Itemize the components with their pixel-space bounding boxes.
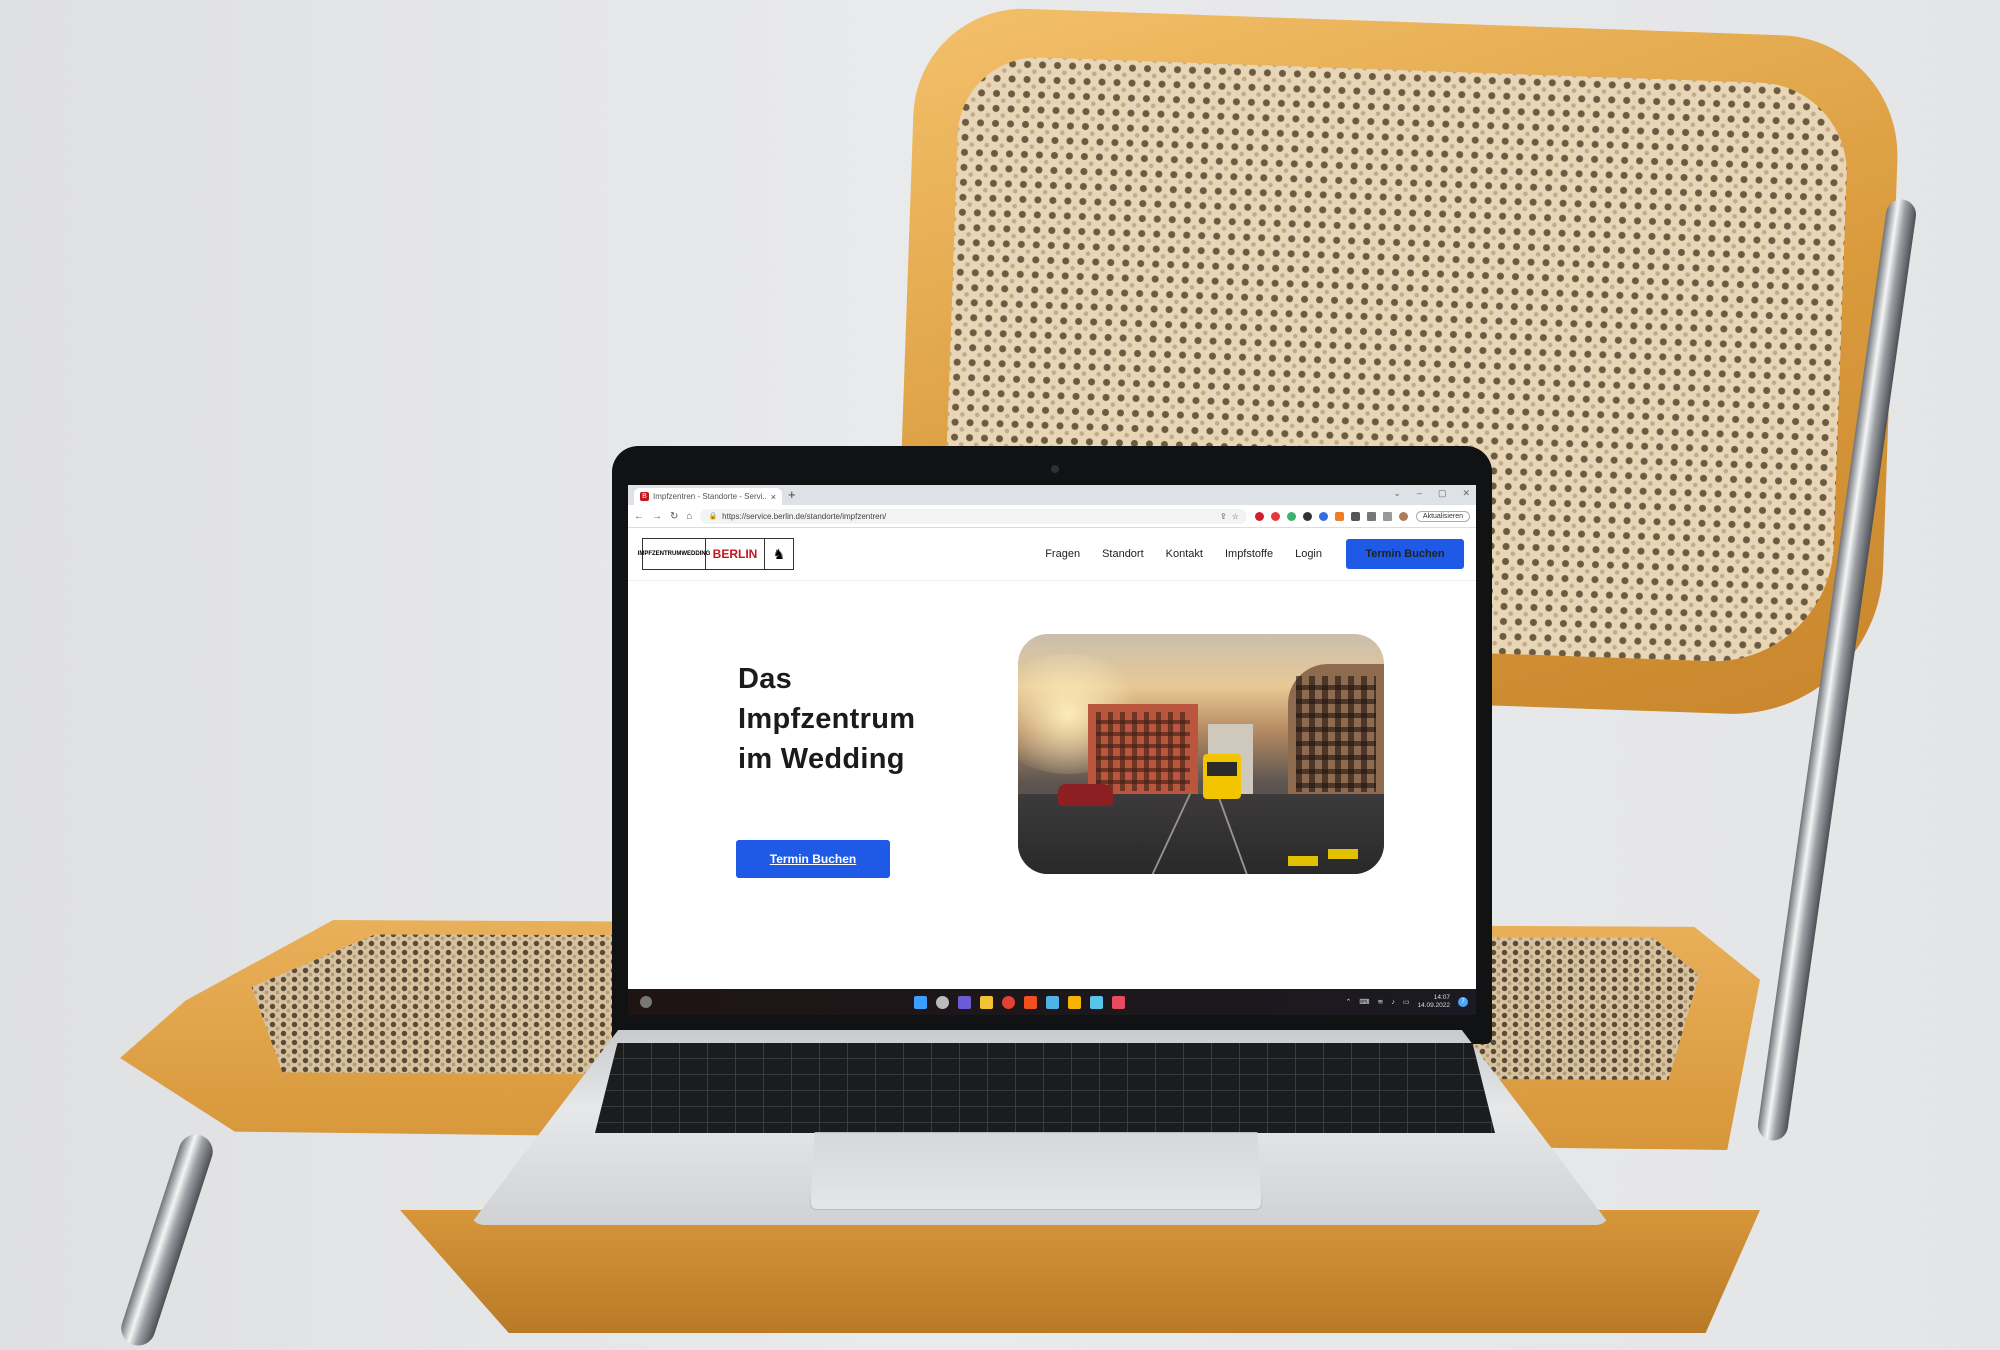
wifi-icon[interactable]: ≋ bbox=[1377, 998, 1383, 1006]
taskbar-apps bbox=[914, 995, 1125, 1009]
hero-street-photo bbox=[1018, 634, 1384, 874]
building bbox=[1288, 664, 1384, 804]
system-tray: ⌃ ⌨ ≋ ♪ ▭ 14:07 14.09.2022 7 bbox=[1345, 994, 1468, 1010]
teams-icon[interactable] bbox=[958, 995, 971, 1009]
close-window-icon[interactable]: ✕ bbox=[1462, 488, 1470, 499]
laptop-trackpad bbox=[810, 1132, 1262, 1210]
extension-icon[interactable] bbox=[1254, 511, 1264, 521]
maximize-icon[interactable]: ▢ bbox=[1438, 488, 1447, 499]
back-icon[interactable]: ← bbox=[634, 511, 644, 522]
nav-item-fragen[interactable]: Fragen bbox=[1045, 548, 1080, 560]
widgets-icon[interactable] bbox=[640, 996, 652, 1008]
hero-title-line: im Wedding bbox=[738, 743, 905, 775]
avatar[interactable] bbox=[1398, 511, 1408, 521]
header-book-button[interactable]: Termin Buchen bbox=[1346, 539, 1464, 569]
reload-icon[interactable]: ↻ bbox=[670, 511, 678, 522]
lock-icon: 🔒 bbox=[708, 513, 718, 520]
keyboard-icon[interactable]: ⌨ bbox=[1359, 998, 1369, 1006]
app-icon[interactable] bbox=[1046, 995, 1059, 1009]
nav-item-impfstoffe[interactable]: Impfstoffe bbox=[1225, 548, 1273, 560]
notification-badge[interactable]: 7 bbox=[1458, 997, 1468, 1007]
nav-item-login[interactable]: Login bbox=[1295, 548, 1322, 560]
laptop-screen: B Impfzentren - Standorte - Servi... × +… bbox=[628, 485, 1476, 1015]
battery-icon[interactable]: ▭ bbox=[1403, 998, 1410, 1006]
logo-line-1: IMPFZENTRUM bbox=[637, 551, 682, 557]
laptop-keyboard bbox=[595, 1043, 1495, 1133]
car bbox=[1058, 784, 1113, 806]
update-button[interactable]: Aktualisieren bbox=[1415, 510, 1470, 522]
extension-icon[interactable] bbox=[1270, 511, 1280, 521]
search-icon[interactable] bbox=[936, 995, 949, 1009]
berlin-bear-icon: ♞ bbox=[772, 545, 786, 562]
chair-seat-front bbox=[400, 1210, 1760, 1333]
webcam bbox=[1051, 465, 1059, 473]
home-icon[interactable]: ⌂ bbox=[686, 511, 692, 522]
extension-icon[interactable] bbox=[1286, 511, 1296, 521]
new-tab-icon[interactable]: + bbox=[788, 487, 796, 502]
share-icon[interactable]: ⇪ bbox=[1220, 512, 1227, 521]
chevron-down-icon[interactable]: ⌄ bbox=[1393, 488, 1401, 499]
extension-icon[interactable] bbox=[1302, 511, 1312, 521]
minimize-icon[interactable]: – bbox=[1417, 488, 1422, 499]
notepad-icon[interactable] bbox=[1090, 995, 1103, 1009]
windows-start-icon[interactable] bbox=[914, 995, 927, 1009]
road-marking bbox=[1328, 849, 1358, 859]
browser-tab[interactable]: B Impfzentren - Standorte - Servi... × bbox=[634, 488, 782, 505]
window-controls: ⌄ – ▢ ✕ bbox=[1393, 488, 1470, 499]
chrome-icon[interactable] bbox=[1002, 995, 1015, 1009]
volume-icon[interactable]: ♪ bbox=[1391, 999, 1395, 1006]
site-logo[interactable]: IMPFZENTRUM WEDDING BERLIN ♞ bbox=[638, 538, 794, 570]
road-marking bbox=[1288, 856, 1318, 866]
app-icon[interactable] bbox=[1112, 995, 1125, 1009]
hero-title-line: Das bbox=[738, 663, 793, 695]
browser-toolbar: ← → ↻ ⌂ 🔒 https://service.berlin.de/stan… bbox=[628, 505, 1476, 528]
site-header: IMPFZENTRUM WEDDING BERLIN ♞ Fragen Stan… bbox=[628, 528, 1476, 581]
close-icon[interactable]: × bbox=[771, 492, 776, 502]
hero-section: Das Impfzentrum im Wedding Termin Buchen bbox=[628, 581, 1476, 994]
figma-icon[interactable] bbox=[1024, 995, 1037, 1009]
app-icon[interactable] bbox=[1068, 995, 1081, 1009]
folder-icon[interactable] bbox=[980, 995, 993, 1009]
clock[interactable]: 14:07 14.09.2022 bbox=[1417, 994, 1450, 1010]
clock-date: 14.09.2022 bbox=[1417, 1002, 1450, 1009]
extension-icon[interactable] bbox=[1318, 511, 1328, 521]
sidebar-icon[interactable] bbox=[1382, 511, 1392, 521]
hero-title: Das Impfzentrum im Wedding bbox=[738, 659, 968, 779]
puzzle-icon[interactable] bbox=[1350, 511, 1360, 521]
extension-icon[interactable] bbox=[1334, 511, 1344, 521]
berlin-favicon-icon: B bbox=[640, 492, 649, 501]
main-nav: Fragen Standort Kontakt Impfstoffe Login… bbox=[1045, 539, 1464, 569]
windows-taskbar: ⌃ ⌨ ≋ ♪ ▭ 14:07 14.09.2022 7 bbox=[628, 989, 1476, 1015]
tab-title: Impfzentren - Standorte - Servi... bbox=[653, 492, 767, 501]
hero-book-button[interactable]: Termin Buchen bbox=[736, 840, 890, 878]
star-icon[interactable]: ☆ bbox=[1232, 512, 1239, 521]
logo-city: BERLIN bbox=[706, 539, 765, 569]
hero-title-line: Impfzentrum bbox=[738, 703, 916, 735]
clock-time: 14:07 bbox=[1433, 994, 1450, 1001]
nav-item-kontakt[interactable]: Kontakt bbox=[1166, 548, 1203, 560]
address-bar[interactable]: 🔒 https://service.berlin.de/standorte/im… bbox=[700, 508, 1247, 524]
nav-item-standort[interactable]: Standort bbox=[1102, 548, 1144, 560]
browser-tab-bar: B Impfzentren - Standorte - Servi... × +… bbox=[628, 485, 1476, 505]
street bbox=[1018, 794, 1384, 874]
forward-icon[interactable]: → bbox=[652, 511, 662, 522]
chair-frame-tube bbox=[116, 1130, 218, 1350]
logo-text: IMPFZENTRUM WEDDING bbox=[638, 539, 710, 569]
queue-icon[interactable] bbox=[1366, 511, 1376, 521]
chevron-up-icon[interactable]: ⌃ bbox=[1345, 998, 1351, 1006]
extensions bbox=[1254, 511, 1408, 521]
tram bbox=[1203, 754, 1241, 799]
url-text: https://service.berlin.de/standorte/impf… bbox=[722, 511, 887, 521]
